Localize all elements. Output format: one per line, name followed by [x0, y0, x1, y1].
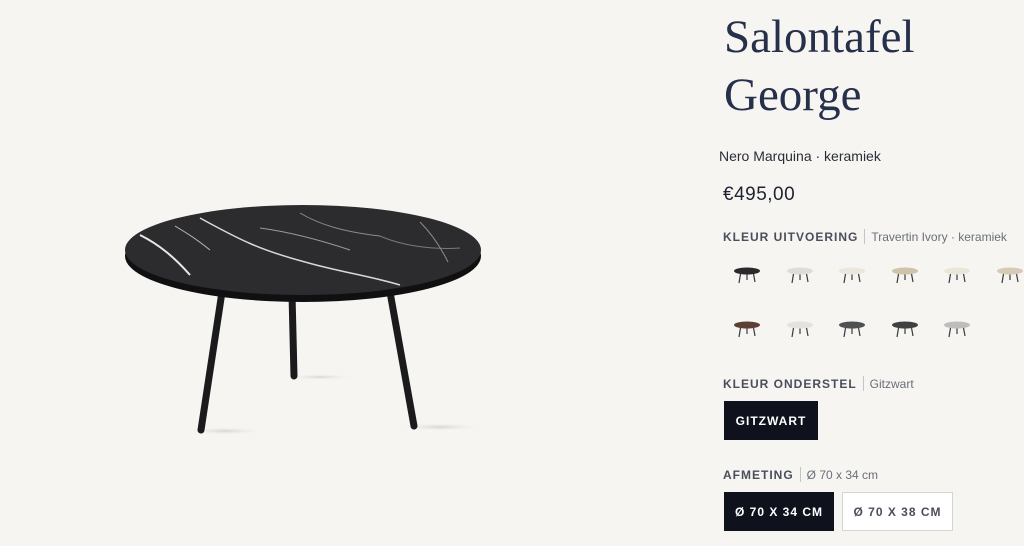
color-swatch[interactable] — [932, 312, 980, 346]
table-thumbnail-icon — [734, 321, 760, 338]
coffee-table-illustration — [125, 205, 485, 435]
divider — [862, 376, 864, 391]
onderstel-option-gitzwart[interactable]: GITZWART — [724, 401, 818, 440]
color-swatch[interactable] — [932, 258, 980, 292]
color-swatch[interactable] — [722, 258, 770, 292]
divider — [799, 467, 801, 482]
color-swatch[interactable] — [722, 312, 770, 346]
table-thumbnail-icon — [891, 321, 918, 338]
table-thumbnail-icon — [839, 267, 865, 284]
product-title-line2: George — [724, 69, 862, 121]
afmeting-label: AFMETING — [723, 467, 794, 482]
product-info-panel: Salontafel George Nero Marquina · kerami… — [718, 0, 1024, 546]
kleur-uitvoering-header: KLEUR UITVOERING Travertin Ivory · keram… — [723, 229, 1007, 244]
size-option-70x34[interactable]: Ø 70 X 34 CM — [724, 492, 834, 531]
product-image — [0, 0, 700, 546]
table-thumbnail-icon — [786, 267, 813, 284]
color-swatch[interactable] — [775, 258, 823, 292]
product-title: Salontafel George — [724, 8, 1024, 124]
table-thumbnail-icon — [996, 267, 1023, 284]
product-price: €495,00 — [723, 184, 796, 205]
kleur-onderstel-value: Gitzwart — [869, 376, 914, 391]
table-thumbnail-icon — [944, 321, 970, 338]
table-thumbnail-icon — [839, 321, 865, 338]
afmeting-header: AFMETING Ø 70 x 34 cm — [723, 467, 878, 482]
divider — [864, 229, 866, 244]
kleur-onderstel-label: KLEUR ONDERSTEL — [723, 376, 857, 391]
table-thumbnail-icon — [734, 267, 760, 284]
table-thumbnail-icon — [891, 267, 918, 284]
kleur-uitvoering-label: KLEUR UITVOERING — [723, 229, 859, 244]
table-thumbnail-icon — [944, 267, 970, 284]
table-thumbnail-icon — [786, 321, 813, 338]
color-swatch[interactable] — [985, 258, 1024, 292]
product-subtitle: Nero Marquina · keramiek — [719, 148, 881, 164]
afmeting-value: Ø 70 x 34 cm — [806, 467, 879, 482]
color-swatch[interactable] — [827, 312, 875, 346]
color-swatch[interactable] — [827, 258, 875, 292]
size-option-70x38[interactable]: Ø 70 X 38 CM — [842, 492, 953, 531]
product-title-line1: Salontafel — [724, 11, 915, 63]
kleur-uitvoering-value: Travertin Ivory · keramiek — [871, 229, 1007, 244]
color-swatch[interactable] — [880, 258, 928, 292]
color-swatch[interactable] — [775, 312, 823, 346]
kleur-onderstel-header: KLEUR ONDERSTEL Gitzwart — [723, 376, 914, 391]
color-swatch[interactable] — [880, 312, 928, 346]
